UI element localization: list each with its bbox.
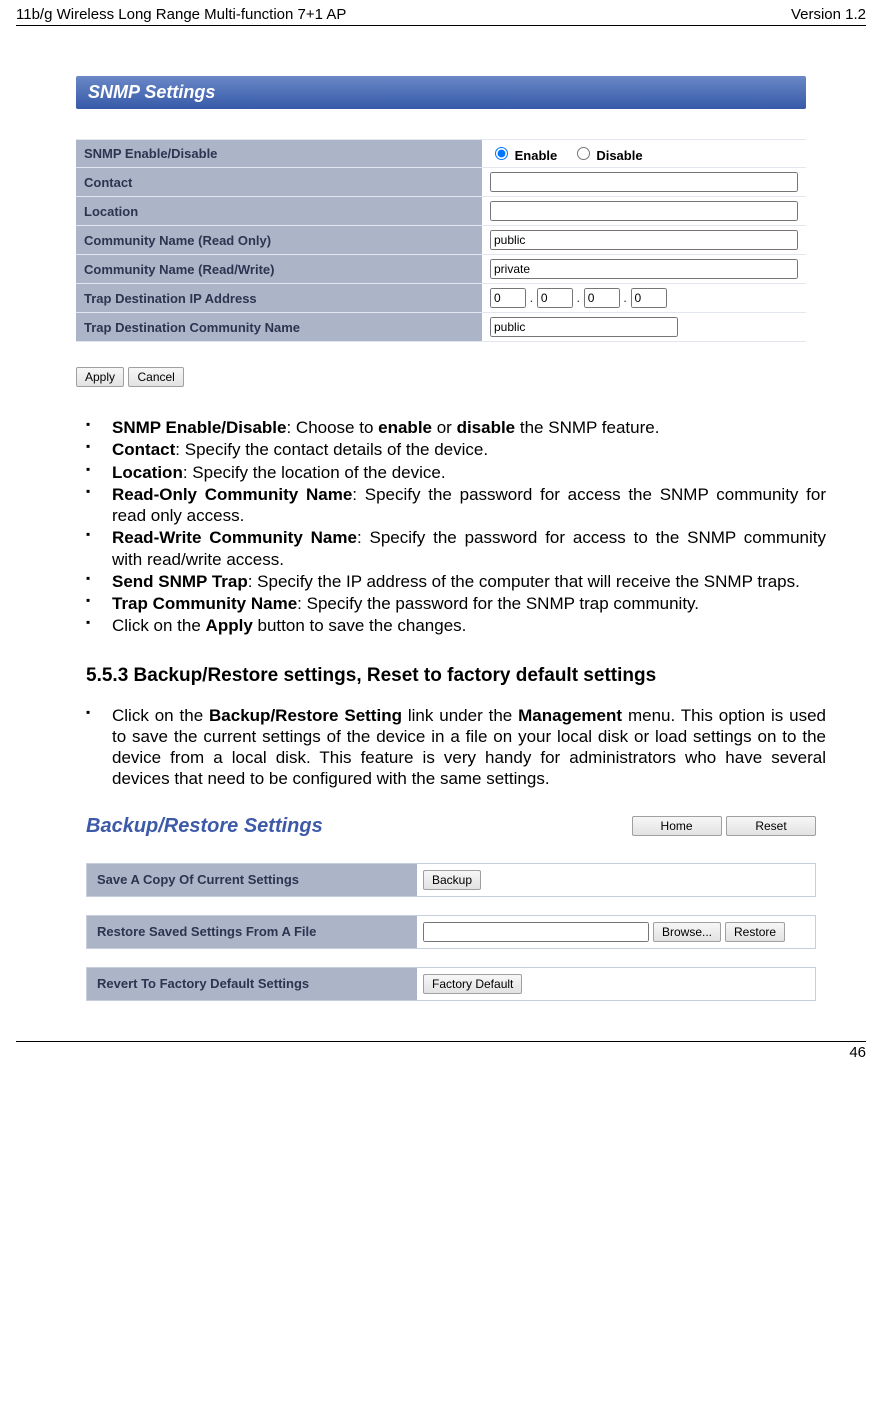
- cancel-button[interactable]: Cancel: [128, 367, 183, 387]
- ro-community-label: Community Name (Read Only): [76, 226, 482, 255]
- reset-button[interactable]: Reset: [726, 816, 816, 836]
- save-copy-label: Save A Copy Of Current Settings: [87, 864, 417, 895]
- list-item: Click on the Backup/Restore Setting link…: [86, 705, 826, 790]
- apply-button[interactable]: Apply: [76, 367, 124, 387]
- home-button[interactable]: Home: [632, 816, 722, 836]
- list-item: Read-Only Community Name: Specify the pa…: [86, 484, 826, 527]
- list-item: Trap Community Name: Specify the passwor…: [86, 593, 826, 614]
- factory-default-label: Revert To Factory Default Settings: [87, 968, 417, 999]
- snmp-table: SNMP Enable/Disable Enable Disable Conta…: [76, 139, 806, 342]
- contact-label: Contact: [76, 168, 482, 197]
- ip-octet-1[interactable]: [490, 288, 526, 308]
- trap-ip-field: . . .: [482, 284, 806, 313]
- rw-community-input[interactable]: [490, 259, 798, 279]
- snmp-title: SNMP Settings: [76, 76, 806, 109]
- restore-button[interactable]: Restore: [725, 922, 785, 942]
- dot-icon: .: [573, 290, 584, 305]
- ip-octet-3[interactable]: [584, 288, 620, 308]
- location-label: Location: [76, 197, 482, 226]
- snmp-description-list: SNMP Enable/Disable: Choose to enable or…: [86, 417, 826, 637]
- trap-community-input[interactable]: [490, 317, 678, 337]
- restore-label: Restore Saved Settings From A File: [87, 916, 417, 947]
- list-item: Send SNMP Trap: Specify the IP address o…: [86, 571, 826, 592]
- hdr-left: 11b/g Wireless Long Range Multi-function…: [16, 6, 346, 23]
- restore-row: Restore Saved Settings From A File Brows…: [86, 915, 816, 949]
- backup-description-list: Click on the Backup/Restore Setting link…: [86, 705, 826, 790]
- factory-default-button[interactable]: Factory Default: [423, 974, 522, 994]
- page-header: 11b/g Wireless Long Range Multi-function…: [16, 6, 866, 26]
- list-item: SNMP Enable/Disable: Choose to enable or…: [86, 417, 826, 438]
- contact-input[interactable]: [490, 172, 798, 192]
- snmp-buttons: Apply Cancel: [76, 367, 806, 387]
- backup-button[interactable]: Backup: [423, 870, 481, 890]
- backup-restore-panel: Backup/Restore Settings Home Reset Save …: [86, 815, 816, 1001]
- snmp-settings-panel: SNMP Settings SNMP Enable/Disable Enable…: [76, 76, 806, 387]
- section-heading: 5.5.3 Backup/Restore settings, Reset to …: [86, 665, 826, 687]
- list-item: Location: Specify the location of the de…: [86, 462, 826, 483]
- ip-octet-2[interactable]: [537, 288, 573, 308]
- restore-file-input[interactable]: [423, 922, 649, 942]
- list-item: Contact: Specify the contact details of …: [86, 439, 826, 460]
- rw-community-label: Community Name (Read/Write): [76, 255, 482, 284]
- factory-default-row: Revert To Factory Default Settings Facto…: [86, 967, 816, 1001]
- page-number: 46: [16, 1041, 866, 1061]
- location-input[interactable]: [490, 201, 798, 221]
- snmp-enable-label: SNMP Enable/Disable: [76, 140, 482, 168]
- list-item: Click on the Apply button to save the ch…: [86, 615, 826, 636]
- ro-community-input[interactable]: [490, 230, 798, 250]
- enable-radio[interactable]: [495, 147, 508, 160]
- disable-radio-label: Disable: [596, 148, 642, 163]
- backup-title: Backup/Restore Settings: [86, 815, 632, 838]
- list-item: Read-Write Community Name: Specify the p…: [86, 527, 826, 570]
- trap-community-label: Trap Destination Community Name: [76, 313, 482, 342]
- disable-radio[interactable]: [577, 147, 590, 160]
- dot-icon: .: [526, 290, 537, 305]
- dot-icon: .: [620, 290, 631, 305]
- enable-radio-label: Enable: [515, 148, 558, 163]
- ip-octet-4[interactable]: [631, 288, 667, 308]
- snmp-enable-field: Enable Disable: [482, 140, 806, 168]
- trap-ip-label: Trap Destination IP Address: [76, 284, 482, 313]
- browse-button[interactable]: Browse...: [653, 922, 721, 942]
- save-copy-row: Save A Copy Of Current Settings Backup: [86, 863, 816, 897]
- hdr-right: Version 1.2: [791, 6, 866, 23]
